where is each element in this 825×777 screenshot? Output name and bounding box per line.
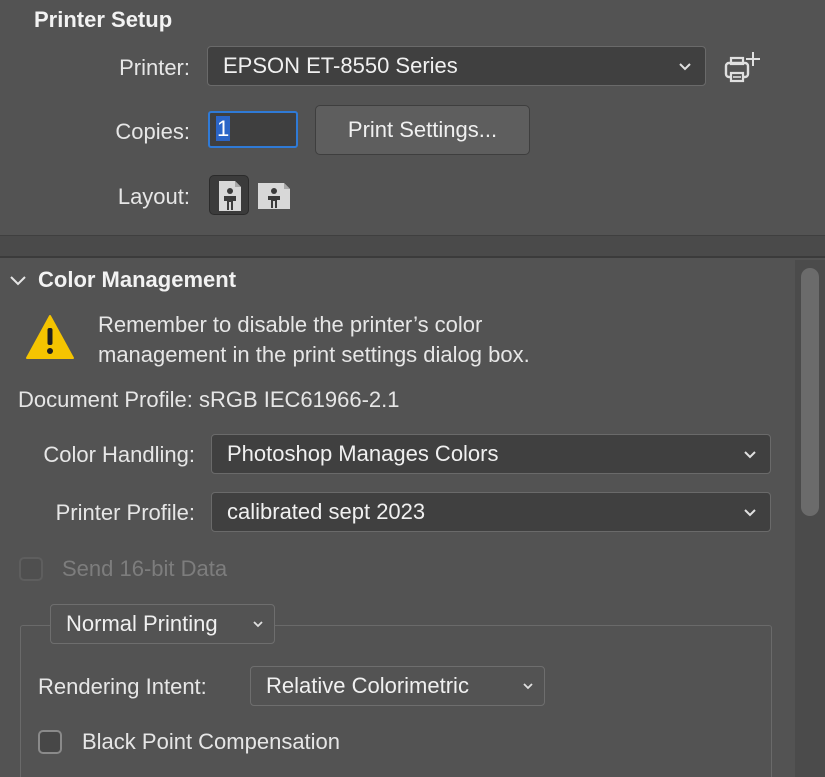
rendering-intent-select[interactable]: Relative Colorimetric xyxy=(250,666,545,706)
send-16bit-checkbox[interactable] xyxy=(19,557,43,581)
black-point-checkbox[interactable] xyxy=(38,730,62,754)
chevron-down-icon xyxy=(523,683,533,690)
print-settings-button[interactable]: Print Settings... xyxy=(315,105,530,155)
color-management-title: Color Management xyxy=(38,267,237,292)
chevron-down-icon xyxy=(679,63,691,71)
scrollbar-track[interactable] xyxy=(795,260,825,777)
print-dialog-panel: Printer Setup Printer: EPSON ET-8550 Ser… xyxy=(0,0,825,777)
add-printer-icon[interactable] xyxy=(722,48,764,88)
copies-label: Copies: xyxy=(115,119,190,144)
section-divider xyxy=(0,236,825,256)
printing-mode-value: Normal Printing xyxy=(66,611,218,636)
copies-field[interactable]: 1 xyxy=(208,111,298,148)
copies-value: 1 xyxy=(216,116,231,141)
warning-message: Remember to disable the printer’s color … xyxy=(98,310,698,370)
layout-landscape-button[interactable] xyxy=(254,175,294,215)
chevron-down-icon xyxy=(744,451,756,459)
scrollbar-thumb[interactable] xyxy=(801,268,819,516)
portrait-icon xyxy=(219,181,241,211)
warning-line-2: management in the print settings dialog … xyxy=(98,342,530,367)
color-handling-select[interactable]: Photoshop Manages Colors xyxy=(211,434,771,474)
printing-mode-select[interactable]: Normal Printing xyxy=(50,604,275,644)
rendering-intent-value: Relative Colorimetric xyxy=(266,673,469,698)
printer-profile-label: Printer Profile: xyxy=(55,500,195,525)
printer-setup-section: Printer Setup Printer: EPSON ET-8550 Ser… xyxy=(0,0,825,236)
rendering-intent-label: Rendering Intent: xyxy=(38,674,207,699)
document-profile-text: Document Profile: sRGB IEC61966-2.1 xyxy=(18,387,400,412)
landscape-icon xyxy=(258,183,290,209)
printer-profile-select[interactable]: calibrated sept 2023 xyxy=(211,492,771,532)
warning-icon xyxy=(26,315,74,359)
layout-label: Layout: xyxy=(117,184,190,209)
chevron-down-icon[interactable] xyxy=(8,274,28,288)
printer-select[interactable]: EPSON ET-8550 Series xyxy=(207,46,706,86)
printer-label: Printer: xyxy=(119,55,190,80)
printer-select-value: EPSON ET-8550 Series xyxy=(223,53,458,78)
printer-setup-title: Printer Setup xyxy=(34,7,173,32)
send-16bit-label: Send 16-bit Data xyxy=(62,556,228,581)
printer-profile-value: calibrated sept 2023 xyxy=(227,499,426,524)
color-management-section: Color Management Remember to disable the… xyxy=(0,256,825,777)
chevron-down-icon xyxy=(744,509,756,517)
color-handling-label: Color Handling: xyxy=(43,442,195,467)
layout-portrait-button[interactable] xyxy=(209,175,249,215)
black-point-label: Black Point Compensation xyxy=(82,729,341,754)
chevron-down-icon xyxy=(253,621,263,628)
color-handling-value: Photoshop Manages Colors xyxy=(227,441,499,466)
warning-line-1: Remember to disable the printer’s color xyxy=(98,312,483,337)
